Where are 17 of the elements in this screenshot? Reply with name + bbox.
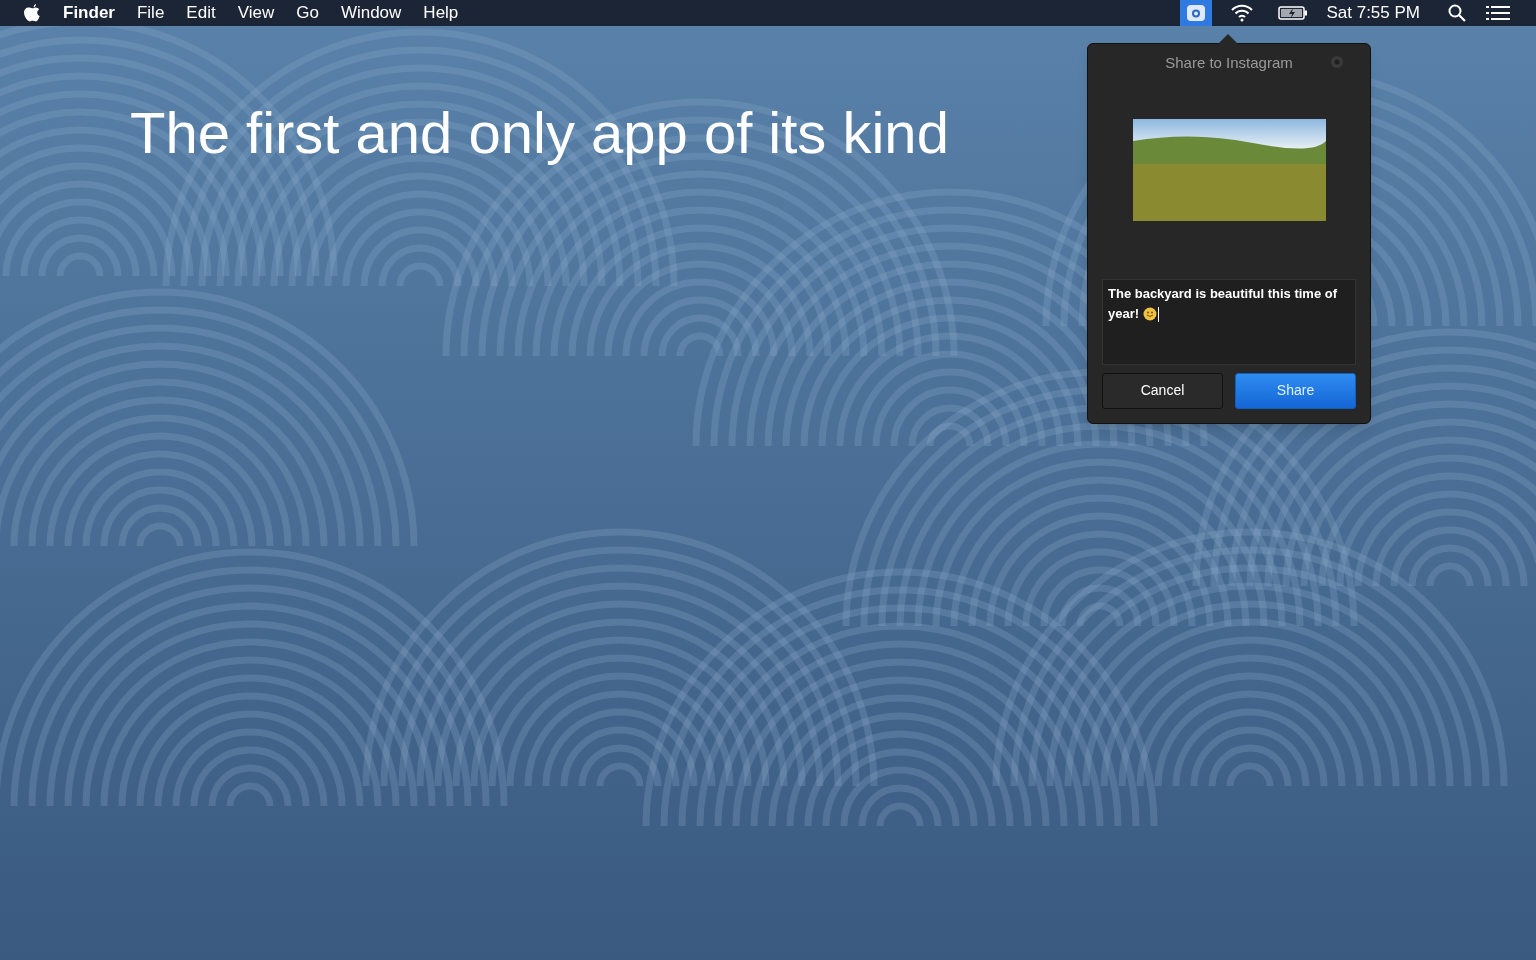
menu-item[interactable]: Help: [423, 0, 459, 26]
cancel-button[interactable]: Cancel: [1102, 372, 1223, 409]
share-button[interactable]: Share: [1235, 372, 1356, 409]
list-icon[interactable]: [1486, 5, 1510, 21]
menu-item[interactable]: File: [136, 0, 165, 26]
popover-title: Share to Instagram: [1165, 53, 1293, 73]
clock[interactable]: Sat 7:55 PM: [1326, 0, 1420, 26]
menu-item[interactable]: Window: [340, 0, 402, 26]
apple-logo-icon[interactable]: [24, 3, 41, 23]
text-cursor: [1157, 306, 1159, 322]
app-menu[interactable]: Finder: [63, 0, 115, 26]
menu-item[interactable]: Go: [296, 0, 319, 26]
caption-field[interactable]: The backyard is beautiful this time of year!: [1102, 278, 1356, 365]
menu-item[interactable]: Edit: [186, 0, 216, 26]
menu-item[interactable]: View: [237, 0, 275, 26]
camera-icon[interactable]: [1180, 0, 1213, 26]
search-icon[interactable]: [1448, 4, 1466, 22]
